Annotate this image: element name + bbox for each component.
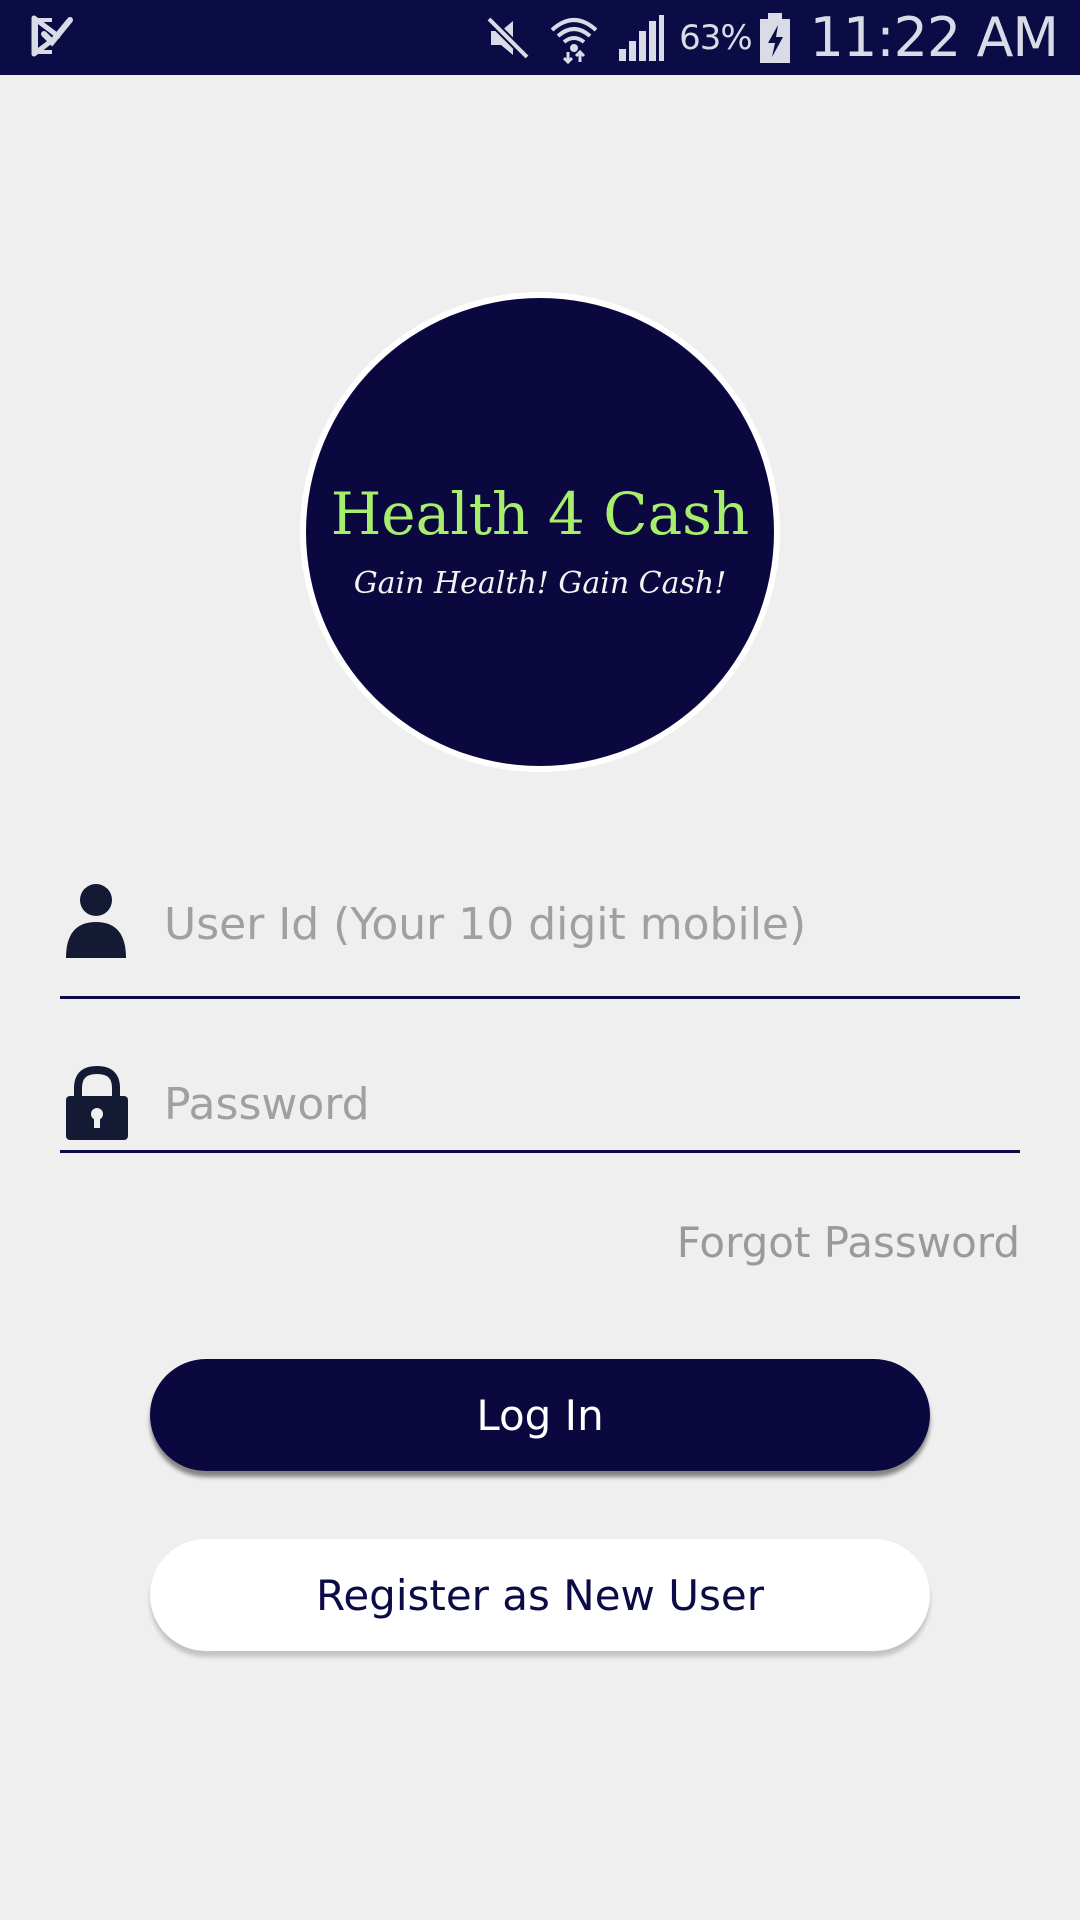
login-button[interactable]: Log In <box>150 1359 930 1471</box>
person-icon <box>66 884 126 958</box>
lock-icon <box>66 1066 128 1140</box>
logo-subtitle: Gain Health! Gain Cash! <box>353 566 727 601</box>
logo-circle: Health 4 Cash Gain Health! Gain Cash! <box>306 298 774 766</box>
app-logo: Health 4 Cash Gain Health! Gain Cash! <box>300 292 780 772</box>
clock: 11:22 AM <box>809 6 1059 69</box>
mute-icon <box>481 11 535 65</box>
user-id-field[interactable] <box>60 860 1020 999</box>
password-input[interactable] <box>164 1074 1020 1134</box>
battery-charging-icon <box>759 12 790 63</box>
logo-title: Health 4 Cash <box>330 480 750 548</box>
status-icons: 63% 11:22 AM <box>481 0 1080 75</box>
battery-percent: 63% <box>679 17 753 58</box>
forgot-password-link[interactable]: Forgot Password <box>677 1218 1020 1267</box>
password-field[interactable] <box>60 1052 1020 1153</box>
status-bar: 63% 11:22 AM <box>0 0 1080 75</box>
signal-icon <box>613 11 667 65</box>
user-id-input[interactable] <box>164 894 1020 954</box>
notification-check-icon <box>31 15 73 57</box>
wifi-icon <box>547 11 601 65</box>
register-button[interactable]: Register as New User <box>150 1539 930 1651</box>
